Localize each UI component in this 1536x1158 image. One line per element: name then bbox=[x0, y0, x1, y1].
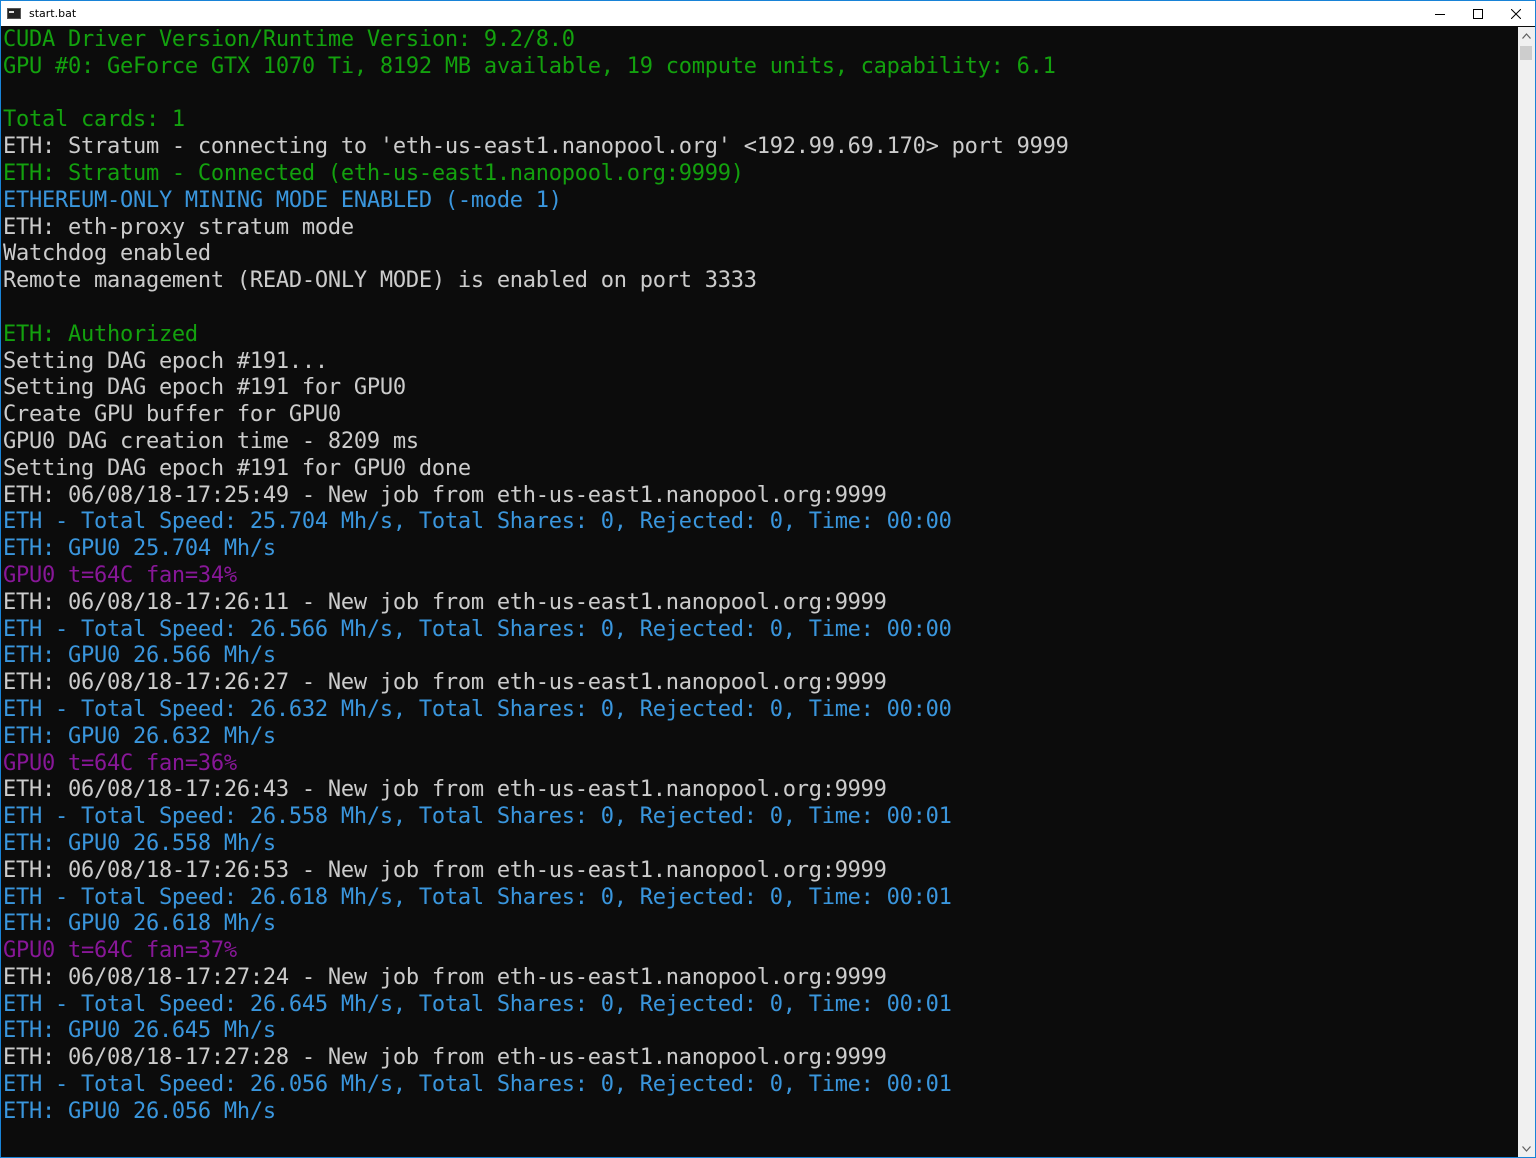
console-line: ETH: GPU0 26.566 Mh/s bbox=[3, 643, 276, 669]
cmd-icon[interactable] bbox=[7, 8, 21, 19]
console-line: GPU0 t=64C fan=36% bbox=[3, 750, 237, 776]
console-line: ETHEREUM-ONLY MINING MODE ENABLED (-mode… bbox=[3, 187, 562, 213]
console-line: Setting DAG epoch #191 for GPU0 done bbox=[3, 455, 471, 481]
console-line: ETH: GPU0 25.704 Mh/s bbox=[3, 536, 276, 562]
console-line: Watchdog enabled bbox=[3, 241, 211, 267]
console-line: ETH: GPU0 26.558 Mh/s bbox=[3, 830, 276, 856]
console-line: ETH: 06/08/18-17:27:28 - New job from et… bbox=[3, 1045, 887, 1071]
console-line: ETH - Total Speed: 26.566 Mh/s, Total Sh… bbox=[3, 616, 952, 642]
minimize-icon bbox=[1435, 13, 1445, 15]
chevron-down-icon bbox=[1522, 1145, 1531, 1152]
console-line: ETH - Total Speed: 26.056 Mh/s, Total Sh… bbox=[3, 1072, 952, 1098]
console-line: ETH: 06/08/18-17:26:43 - New job from et… bbox=[3, 777, 887, 803]
console-line: ETH: GPU0 26.645 Mh/s bbox=[3, 1018, 276, 1044]
title-bar[interactable]: start.bat bbox=[1, 1, 1535, 26]
window-title: start.bat bbox=[29, 7, 77, 20]
console-line: Remote management (READ-ONLY MODE) is en… bbox=[3, 268, 757, 294]
console-output[interactable]: CUDA Driver Version/Runtime Version: 9.2… bbox=[1, 27, 1520, 1157]
console-line: ETH: GPU0 26.618 Mh/s bbox=[3, 911, 276, 937]
console-line: ETH - Total Speed: 26.618 Mh/s, Total Sh… bbox=[3, 884, 952, 910]
console-line: ETH - Total Speed: 26.645 Mh/s, Total Sh… bbox=[3, 991, 952, 1017]
maximize-button[interactable] bbox=[1459, 1, 1497, 26]
console-line: ETH: GPU0 26.056 Mh/s bbox=[3, 1098, 276, 1124]
console-line: GPU0 t=64C fan=37% bbox=[3, 938, 237, 964]
console-line: ETH - Total Speed: 26.632 Mh/s, Total Sh… bbox=[3, 696, 952, 722]
console-line: GPU0 t=64C fan=34% bbox=[3, 562, 237, 588]
console-line: GPU0 DAG creation time - 8209 ms bbox=[3, 428, 419, 454]
maximize-icon bbox=[1473, 8, 1483, 19]
minimize-button[interactable] bbox=[1421, 1, 1459, 26]
console-line: ETH - Total Speed: 25.704 Mh/s, Total Sh… bbox=[3, 509, 952, 535]
window-controls bbox=[1421, 1, 1535, 26]
close-button[interactable] bbox=[1497, 1, 1535, 26]
console-window: start.bat CUDA Driver Version/Runtime Ve… bbox=[0, 0, 1536, 1158]
console-line: GPU #0: GeForce GTX 1070 Ti, 8192 MB ava… bbox=[3, 53, 1056, 79]
console-line: Create GPU buffer for GPU0 bbox=[3, 402, 341, 428]
console-line: ETH: GPU0 26.632 Mh/s bbox=[3, 723, 276, 749]
console-line: ETH: Stratum - Connected (eth-us-east1.n… bbox=[3, 160, 744, 186]
scroll-down-button[interactable] bbox=[1518, 1140, 1535, 1157]
console-line: ETH: 06/08/18-17:27:24 - New job from et… bbox=[3, 964, 887, 990]
vertical-scrollbar[interactable] bbox=[1518, 27, 1535, 1157]
console-line: ETH: 06/08/18-17:26:11 - New job from et… bbox=[3, 589, 887, 615]
console-line: Setting DAG epoch #191 for GPU0 bbox=[3, 375, 406, 401]
console-line: ETH: 06/08/18-17:26:27 - New job from et… bbox=[3, 670, 887, 696]
console-line: Total cards: 1 bbox=[3, 107, 185, 133]
console-line: ETH: Stratum - connecting to 'eth-us-eas… bbox=[3, 134, 1069, 160]
console-line: ETH: Authorized bbox=[3, 321, 198, 347]
scroll-thumb[interactable] bbox=[1520, 46, 1532, 60]
console-line: Setting DAG epoch #191... bbox=[3, 348, 328, 374]
console-line: ETH: 06/08/18-17:25:49 - New job from et… bbox=[3, 482, 887, 508]
console-line: ETH: 06/08/18-17:26:53 - New job from et… bbox=[3, 857, 887, 883]
scroll-up-button[interactable] bbox=[1518, 27, 1535, 44]
console-line: CUDA Driver Version/Runtime Version: 9.2… bbox=[3, 27, 575, 52]
console-line: ETH - Total Speed: 26.558 Mh/s, Total Sh… bbox=[3, 804, 952, 830]
console-line: ETH: eth-proxy stratum mode bbox=[3, 214, 354, 240]
chevron-up-icon bbox=[1522, 32, 1531, 39]
close-icon bbox=[1511, 8, 1521, 19]
